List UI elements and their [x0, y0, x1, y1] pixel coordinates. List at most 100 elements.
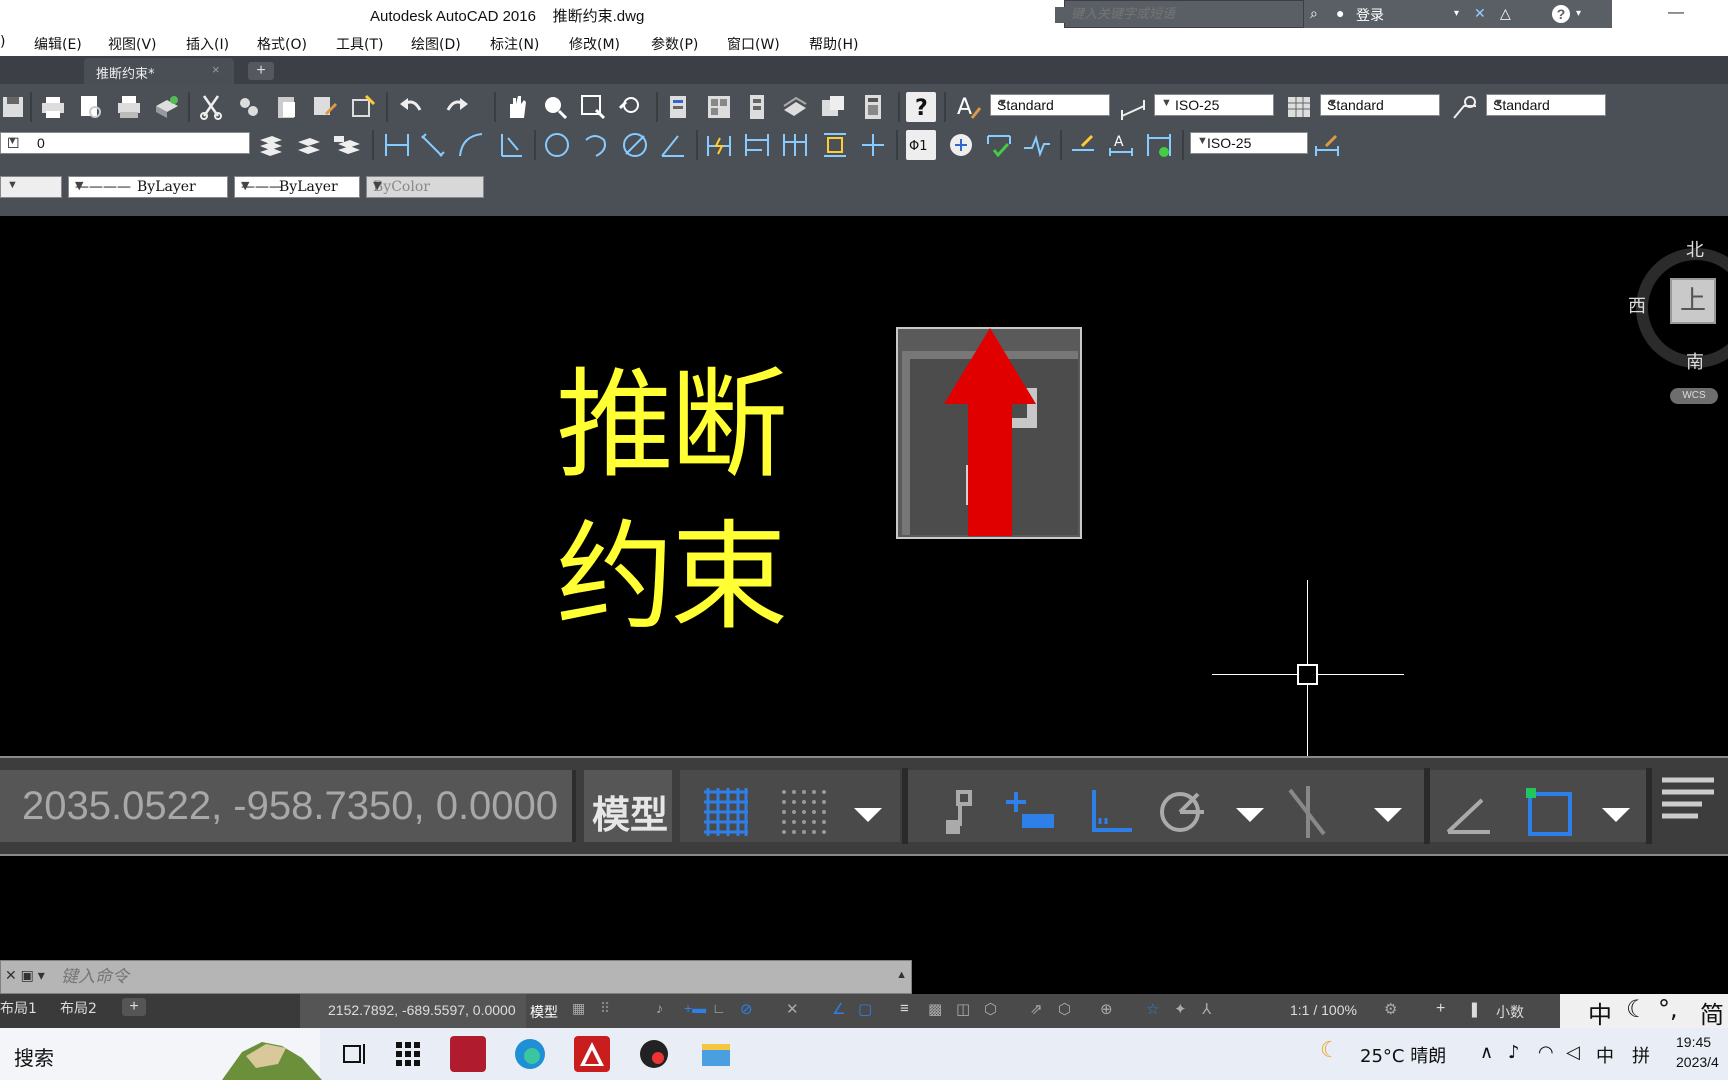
pan-icon[interactable] — [502, 92, 532, 122]
match-properties-icon[interactable] — [310, 92, 340, 122]
user-icon[interactable]: ● — [1336, 5, 1344, 21]
menu-insert[interactable]: 插入(I) — [186, 34, 229, 54]
menu-draw[interactable]: 绘图(D) — [411, 34, 461, 54]
paste-icon[interactable] — [272, 92, 302, 122]
help-button-icon[interactable]: ? — [906, 92, 936, 122]
block-editor-icon[interactable] — [348, 92, 378, 122]
lineweight-select[interactable]: ——— ByLayer ▼ — [234, 176, 360, 198]
tray-expand-icon[interactable]: ∧ — [1480, 1042, 1493, 1063]
publish-icon[interactable] — [114, 92, 144, 122]
recorder-app-icon[interactable] — [636, 1036, 672, 1072]
center-mark-icon[interactable] — [946, 130, 976, 160]
dim-style-icon[interactable] — [1118, 92, 1148, 122]
dimtedit-icon[interactable]: A — [1106, 130, 1136, 160]
cut-icon[interactable] — [196, 92, 226, 122]
help-search[interactable] — [1055, 0, 1304, 28]
snap-mode-icon[interactable] — [776, 784, 832, 840]
table-style-icon[interactable] — [1284, 92, 1314, 122]
table-style-select[interactable]: Standard ▼ — [1320, 94, 1440, 116]
ime-punctuation[interactable]: °, — [1658, 995, 1678, 1023]
help-search-input[interactable] — [1071, 5, 1299, 23]
volume-icon[interactable]: ◁ — [1566, 1042, 1580, 1063]
tab-layout2[interactable]: 布局2 — [60, 998, 97, 1018]
tab-layout1[interactable]: 布局1 — [0, 998, 37, 1018]
dynamic-ucs-icon[interactable]: ⇗ — [1030, 1000, 1050, 1020]
help-icon[interactable]: ? — [1552, 5, 1570, 23]
menu-dimension[interactable]: 标注(N) — [490, 34, 539, 54]
ortho-mode-icon[interactable]: ∟ — [712, 1000, 732, 1020]
infer-constraints-toggle-icon[interactable] — [932, 784, 988, 840]
polar-tracking-icon[interactable]: ⊘ — [740, 1000, 760, 1020]
sheet-set-icon[interactable] — [780, 92, 810, 122]
layer-properties-icon[interactable] — [256, 130, 286, 160]
auto-scale-icon[interactable]: ✦ — [1174, 1000, 1194, 1020]
dim-style-select[interactable]: ISO-25 ▼ — [1154, 94, 1274, 116]
redo-icon[interactable] — [442, 92, 472, 122]
color-select[interactable]: ▼ — [0, 176, 62, 198]
viewcube-north[interactable]: 北 — [1686, 236, 1704, 262]
ortho-mode-icon[interactable] — [1084, 784, 1140, 840]
viewport-scale[interactable]: 1:1 / 100% — [1290, 1002, 1357, 1018]
tab-drawing[interactable]: 推断约束* × — [84, 58, 234, 84]
autodesk-app-icon[interactable] — [450, 1036, 486, 1072]
quick-dim-icon[interactable] — [704, 130, 734, 160]
selection-cycling-icon[interactable]: ◫ — [956, 1000, 976, 1020]
layer-select[interactable]: ☐ 0 ▼ — [0, 132, 250, 154]
copy-icon[interactable] — [234, 92, 264, 122]
ime-language[interactable]: 中 — [1588, 995, 1612, 1030]
3d-print-icon[interactable] — [152, 92, 182, 122]
linetype-select[interactable]: ———— ByLayer ▼ — [68, 176, 228, 198]
3d-osnap-icon[interactable]: ⬡ — [984, 1000, 1004, 1020]
dim-break-icon[interactable] — [858, 130, 888, 160]
units-icon[interactable]: ❚ — [1468, 1000, 1488, 1020]
edge-browser-icon[interactable] — [512, 1036, 548, 1072]
ime-mode[interactable]: 简 — [1700, 995, 1724, 1030]
weather-icon[interactable]: ☾ — [1320, 1038, 1340, 1063]
dimedit-icon[interactable] — [1068, 130, 1098, 160]
object-snap-icon[interactable]: ▢ — [858, 1000, 878, 1020]
menu-edit[interactable]: 编辑(E) — [34, 34, 82, 54]
isodraft-dropdown-icon[interactable] — [1360, 784, 1416, 840]
annotation-monitor-icon[interactable]: + — [1436, 1000, 1456, 1020]
a360-icon[interactable]: △ — [1500, 5, 1511, 22]
angular-dim-icon[interactable] — [658, 130, 688, 160]
viewcube-south[interactable]: 南 — [1686, 348, 1704, 374]
menu-window[interactable]: 窗口(W) — [727, 34, 780, 54]
drawing-text-line1[interactable]: 推断 — [556, 366, 788, 484]
search-expand-icon[interactable] — [1055, 7, 1065, 23]
layer-previous-icon[interactable] — [294, 130, 324, 160]
close-tab-icon[interactable]: × — [212, 62, 220, 77]
binoculars-icon[interactable]: ⌕ — [1310, 5, 1318, 22]
infer-constraints-toggle-icon[interactable]: ♪ — [656, 1000, 676, 1020]
zoom-realtime-icon[interactable] — [540, 92, 570, 122]
menu-modify[interactable]: 修改(M) — [569, 34, 620, 54]
command-history-icon[interactable]: ▲ — [896, 969, 907, 981]
print-preview-icon[interactable] — [76, 92, 106, 122]
exchange-icon[interactable]: ✕ — [1474, 5, 1486, 22]
file-explorer-icon[interactable] — [698, 1036, 734, 1072]
lineweight-display-icon[interactable] — [1658, 772, 1714, 828]
command-line[interactable]: ✕ ▣ ▾ ▲ — [0, 960, 912, 994]
jogged-dim-icon[interactable] — [580, 130, 610, 160]
help-dropdown-icon[interactable]: ▾ — [1576, 8, 1581, 19]
save-icon[interactable] — [0, 92, 30, 122]
radius-dim-icon[interactable] — [542, 130, 572, 160]
input-language[interactable]: 中 — [1596, 1042, 1614, 1068]
continue-dim-icon[interactable] — [780, 130, 810, 160]
microphone-icon[interactable]: ♪ — [1508, 1042, 1520, 1063]
autocad-app-icon[interactable] — [574, 1036, 610, 1072]
lineweight-display-icon[interactable]: ≡ — [900, 1000, 920, 1020]
workspace-gear-icon[interactable]: ⚙ — [1384, 1000, 1404, 1020]
plotstyle-select[interactable]: ByColor ▼ — [366, 176, 484, 198]
dim-style-select-2[interactable]: ISO-25 ▼ — [1190, 132, 1308, 154]
dynamic-input-icon[interactable]: +▬ — [684, 1000, 706, 1020]
object-snap-tracking-icon[interactable]: ∠ — [832, 1000, 852, 1020]
dynamic-input-icon[interactable] — [1002, 784, 1058, 840]
menu-item-partial[interactable]: ) — [0, 34, 5, 50]
properties-icon[interactable] — [664, 92, 694, 122]
zoom-window-icon[interactable] — [578, 92, 608, 122]
network-icon[interactable]: ◠ — [1538, 1042, 1554, 1063]
arc-length-icon[interactable] — [456, 130, 486, 160]
jogged-linear-icon[interactable] — [1022, 130, 1052, 160]
menu-view[interactable]: 视图(V) — [108, 34, 157, 54]
